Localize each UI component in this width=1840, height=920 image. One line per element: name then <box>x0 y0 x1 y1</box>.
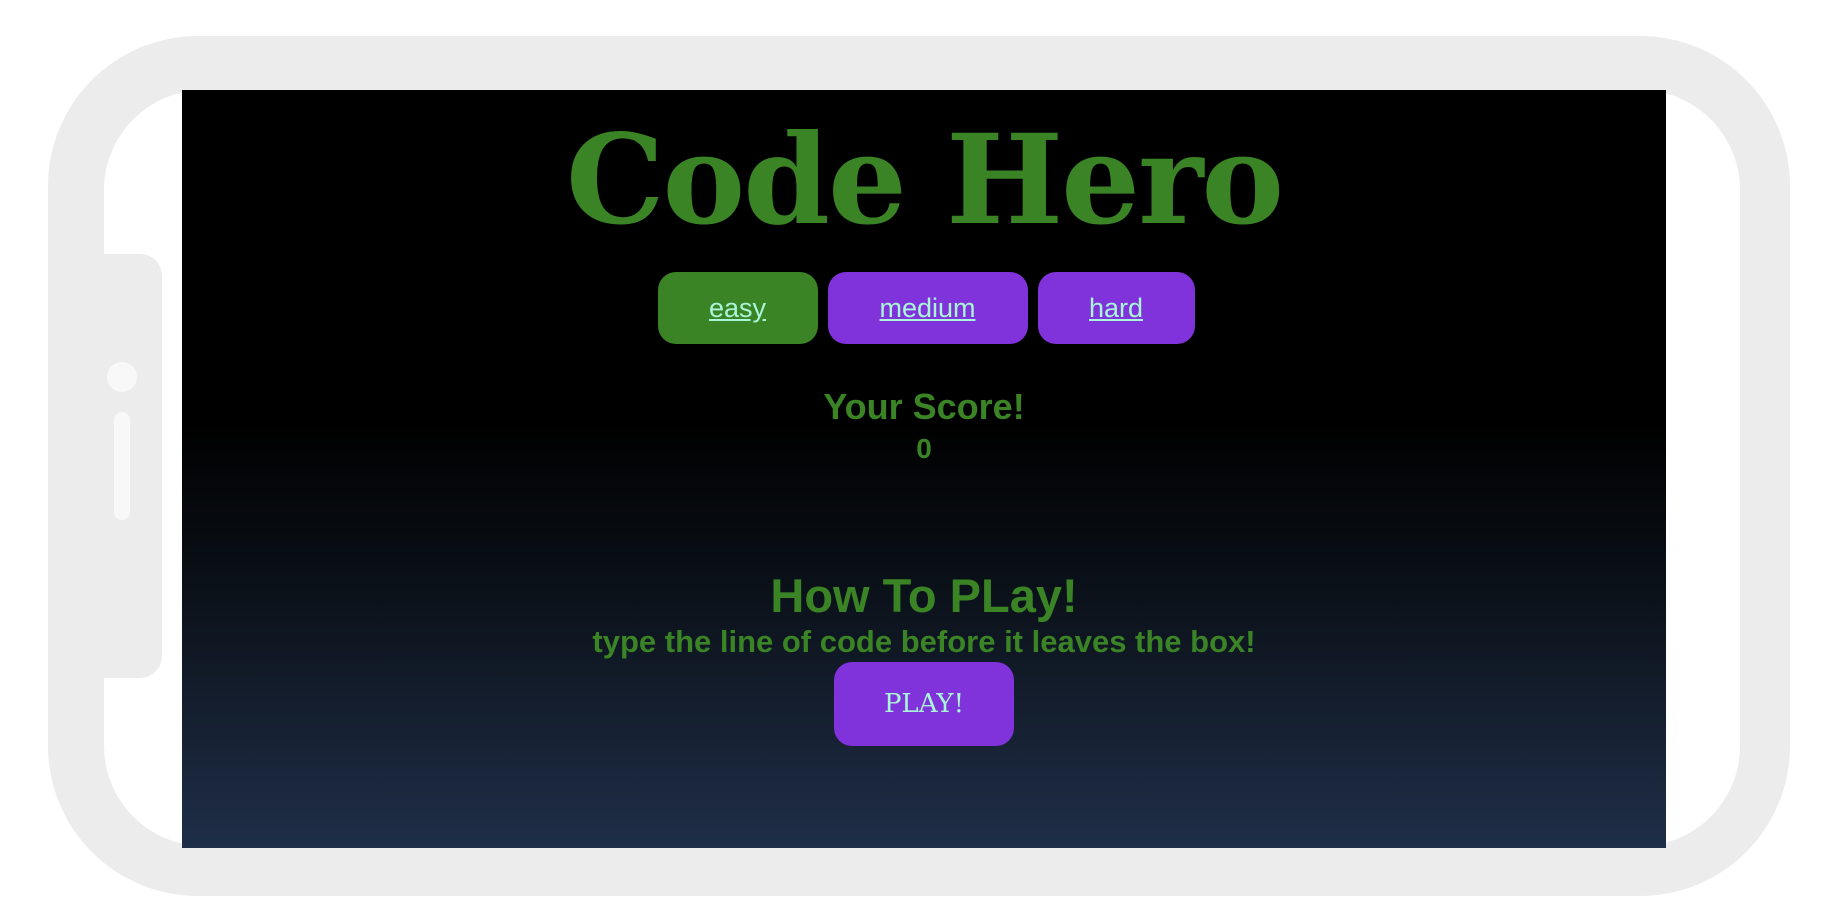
score-label: Your Score! <box>823 386 1025 427</box>
how-to-play-instructions: type the line of code before it leaves t… <box>592 624 1256 659</box>
how-to-play-title: How To PLay! <box>770 569 1078 622</box>
easy-button[interactable]: easy <box>657 272 818 344</box>
difficulty-selector: easy medium hard <box>182 272 1666 344</box>
game-title: Code Hero <box>565 108 1284 253</box>
camera-icon <box>107 362 137 392</box>
phone-notch <box>104 254 162 678</box>
medium-button[interactable]: medium <box>827 272 1028 344</box>
speaker-icon <box>114 412 130 520</box>
play-button[interactable]: PLAY! <box>834 662 1014 746</box>
hard-button[interactable]: hard <box>1037 272 1195 344</box>
score-value: 0 <box>916 433 932 464</box>
game-screen: Code Hero easy medium hard Your Score! 0… <box>182 90 1666 848</box>
